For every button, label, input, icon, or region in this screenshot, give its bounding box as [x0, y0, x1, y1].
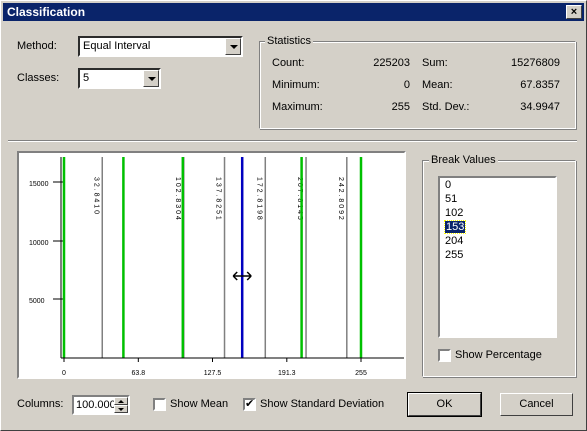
checkmark-icon: ✔	[245, 398, 255, 410]
sum-label: Sum:	[422, 57, 448, 69]
std-dev-label: 2 4 2 . 8 0 9 2	[337, 177, 344, 220]
mean-value: 67.8357	[520, 79, 560, 91]
y-tick-label: 5000	[29, 298, 45, 305]
mean-label: Mean:	[422, 79, 453, 91]
classes-dropdown[interactable]: 5	[78, 68, 161, 89]
ok-button[interactable]: OK	[407, 392, 482, 417]
show-mean-checkbox[interactable]	[153, 398, 166, 411]
break-value-item[interactable]: 0	[440, 178, 555, 192]
break-value-item[interactable]: 255	[440, 248, 555, 262]
method-label: Method:	[17, 40, 57, 52]
break-value-item[interactable]: 153	[440, 220, 555, 234]
break-values-group-label: Break Values	[429, 154, 498, 166]
std-dev-label: Std. Dev.:	[422, 101, 470, 113]
x-tick-label: 63.8	[131, 370, 145, 377]
separator	[8, 140, 577, 142]
maximum-value: 255	[391, 101, 410, 113]
show-percentage-checkbox[interactable]	[438, 349, 451, 362]
break-value-text: 153	[443, 220, 467, 234]
close-button[interactable]: ×	[566, 5, 582, 19]
method-value: Equal Interval	[83, 40, 151, 52]
y-tick-label: 15000	[29, 181, 49, 188]
show-mean-label: Show Mean	[170, 398, 229, 410]
maximum-label: Maximum:	[272, 101, 323, 113]
break-value-text: 102	[445, 207, 464, 219]
classes-value: 5	[83, 72, 90, 84]
spin-up-icon[interactable]	[114, 397, 128, 405]
chevron-down-icon[interactable]	[143, 70, 159, 87]
break-value-item[interactable]: 51	[440, 192, 555, 206]
break-values-list[interactable]: 0 51 102 153 204 255	[438, 176, 557, 338]
histogram-svg[interactable]: 15000 10000 5000 3 2 . 8 4 1 0 1 0 2 . 8 3 0…	[19, 153, 409, 377]
method-dropdown[interactable]: Equal Interval	[78, 36, 243, 57]
x-tick-label: 127.5	[204, 370, 222, 377]
break-value-text: 51	[445, 193, 458, 205]
sum-value: 15276809	[511, 57, 560, 69]
break-value-text: 0	[445, 179, 452, 191]
show-std-dev-checkbox[interactable]: ✔	[243, 398, 256, 411]
x-tick-label: 191.3	[278, 370, 296, 377]
classes-label: Classes:	[17, 72, 60, 84]
histogram-chart[interactable]: 15000 10000 5000 3 2 . 8 4 1 0 1 0 2 . 8 3 0…	[17, 151, 409, 379]
x-tick-label: 255	[355, 370, 367, 377]
columns-value: 100.000	[76, 399, 116, 411]
window-title: Classification	[7, 5, 86, 19]
columns-label: Columns:	[17, 398, 64, 410]
std-dev-label: 1 0 2 . 8 3 0 4	[174, 177, 181, 220]
break-value-item[interactable]: 204	[440, 234, 555, 248]
title-bar[interactable]: Classification ×	[3, 3, 584, 21]
y-tick-label: 10000	[29, 240, 49, 247]
std-dev-value: 34.9947	[520, 101, 560, 113]
chevron-down-icon[interactable]	[225, 38, 241, 55]
minimum-label: Minimum:	[272, 79, 320, 91]
std-dev-label: 1 7 2 . 8 1 9 8	[255, 177, 262, 220]
statistics-group-label: Statistics	[265, 35, 314, 47]
count-label: Count:	[272, 57, 305, 69]
cancel-button[interactable]: Cancel	[500, 393, 573, 416]
show-percentage-label: Show Percentage	[455, 349, 542, 361]
spin-down-icon[interactable]	[114, 405, 128, 413]
show-std-dev-label: Show Standard Deviation	[260, 398, 385, 410]
break-value-item[interactable]: 102	[440, 206, 555, 220]
std-dev-label: 3 2 . 8 4 1 0	[92, 177, 99, 214]
break-value-text: 255	[445, 249, 464, 261]
minimum-value: 0	[403, 79, 410, 91]
count-value: 225203	[373, 57, 410, 69]
x-tick-label: 0	[62, 370, 66, 377]
break-value-text: 204	[445, 235, 464, 247]
columns-spinner[interactable]: 100.000	[72, 395, 130, 415]
std-dev-label: 1 3 7 . 8 2 5 1	[215, 177, 222, 220]
